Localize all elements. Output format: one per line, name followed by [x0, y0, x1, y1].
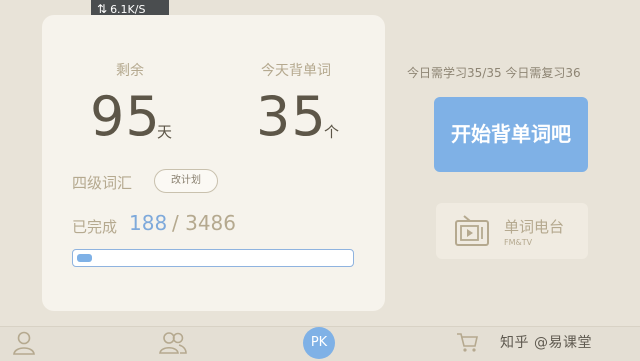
today-task-summary: 今日需学习35/35 今日需复习36 [407, 66, 581, 80]
word-radio-subtitle: FM&TV [504, 238, 533, 247]
start-learning-button[interactable]: 开始背单词吧 [434, 97, 588, 172]
vocabulary-level-title: 四级词汇 [72, 174, 133, 192]
shopping-cart-icon[interactable] [455, 330, 479, 354]
remaining-days-value: 95 [90, 85, 161, 148]
progress-bar [72, 249, 354, 267]
pk-button[interactable]: PK [303, 327, 335, 359]
completed-count: 188 [129, 211, 168, 235]
friends-icon[interactable] [158, 330, 188, 356]
change-plan-button[interactable]: 改计划 [154, 169, 218, 193]
today-words-label: 今天背单词 [261, 63, 331, 79]
remaining-days-unit: 天 [157, 123, 173, 141]
progress-bar-fill [77, 254, 92, 262]
word-radio-title: 单词电台 [504, 218, 565, 236]
count-separator: / [172, 211, 179, 235]
watermark-text: 知乎 @易课堂 [500, 335, 592, 351]
word-radio-button[interactable]: 单词电台 FM&TV [436, 203, 588, 259]
total-count: / 3486 [172, 211, 236, 235]
profile-icon[interactable] [12, 330, 36, 356]
tv-icon [455, 215, 489, 246]
total-count-value: 3486 [185, 211, 237, 235]
completed-label: 已完成 [72, 218, 118, 236]
today-words-value: 35 [256, 85, 327, 148]
remaining-days-label: 剩余 [116, 63, 144, 79]
today-words-unit: 个 [324, 123, 340, 141]
